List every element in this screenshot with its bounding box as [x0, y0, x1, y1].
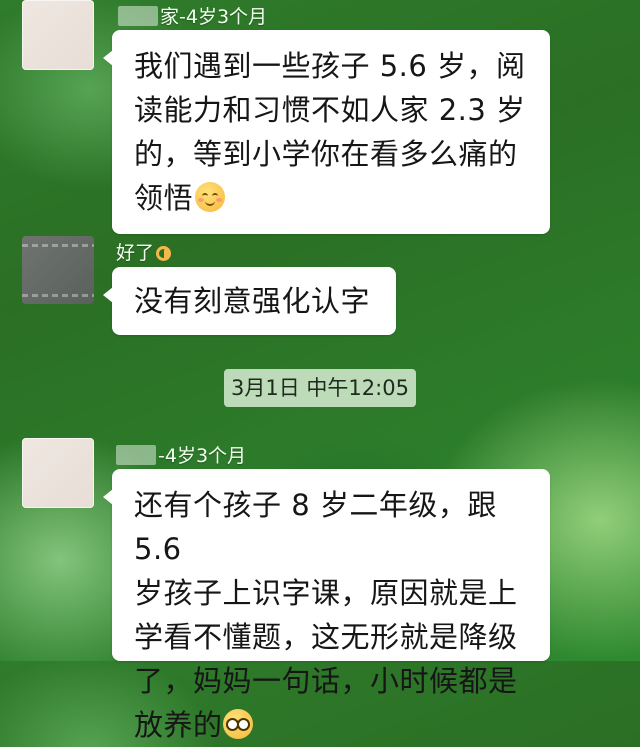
- message-line: 的，等到小学你在看多么痛的: [134, 137, 518, 171]
- message-line: 没有刻意强化认字: [134, 284, 371, 318]
- sender-name: 好了: [116, 238, 172, 265]
- redacted-name-block: [116, 445, 156, 465]
- message-line: 读能力和习惯不如人家 2.3 岁: [134, 93, 526, 127]
- sender-name: -4岁3个月: [116, 441, 246, 468]
- face-with-glasses-emoji-icon: [222, 709, 253, 739]
- smiling-face-emoji-icon: [195, 182, 226, 212]
- sender-avatar[interactable]: [22, 0, 94, 70]
- sender-name: 家-4岁3个月: [118, 2, 267, 29]
- message-line: 学看不懂题，这无形就是降级: [134, 620, 518, 654]
- sender-avatar[interactable]: [22, 236, 94, 304]
- message-bubble[interactable]: 我们遇到一些孩子 5.6 岁，阅 读能力和习惯不如人家 2.3 岁 的，等到小学…: [103, 30, 550, 234]
- sender-avatar[interactable]: [22, 438, 94, 508]
- message-line: 了，妈妈一句话，小时候都是: [134, 664, 518, 698]
- ok-hand-icon: [154, 244, 172, 262]
- message-bubble[interactable]: 没有刻意强化认字: [103, 267, 396, 335]
- message-line: 还有个孩子 8 岁二年级，跟 5.6: [134, 488, 497, 566]
- message-line: 我们遇到一些孩子 5.6 岁，阅: [134, 49, 526, 83]
- message-line: 岁孩子上识字课，原因就是上: [134, 576, 518, 610]
- message-line: 领悟: [134, 176, 528, 220]
- message-bubble[interactable]: 还有个孩子 8 岁二年级，跟 5.6 岁孩子上识字课，原因就是上 学看不懂题，这…: [103, 469, 550, 742]
- chat-timestamp: 3月1日 中午12:05: [224, 369, 416, 407]
- message-line: 放养的: [134, 703, 528, 747]
- redacted-name-block: [118, 6, 158, 26]
